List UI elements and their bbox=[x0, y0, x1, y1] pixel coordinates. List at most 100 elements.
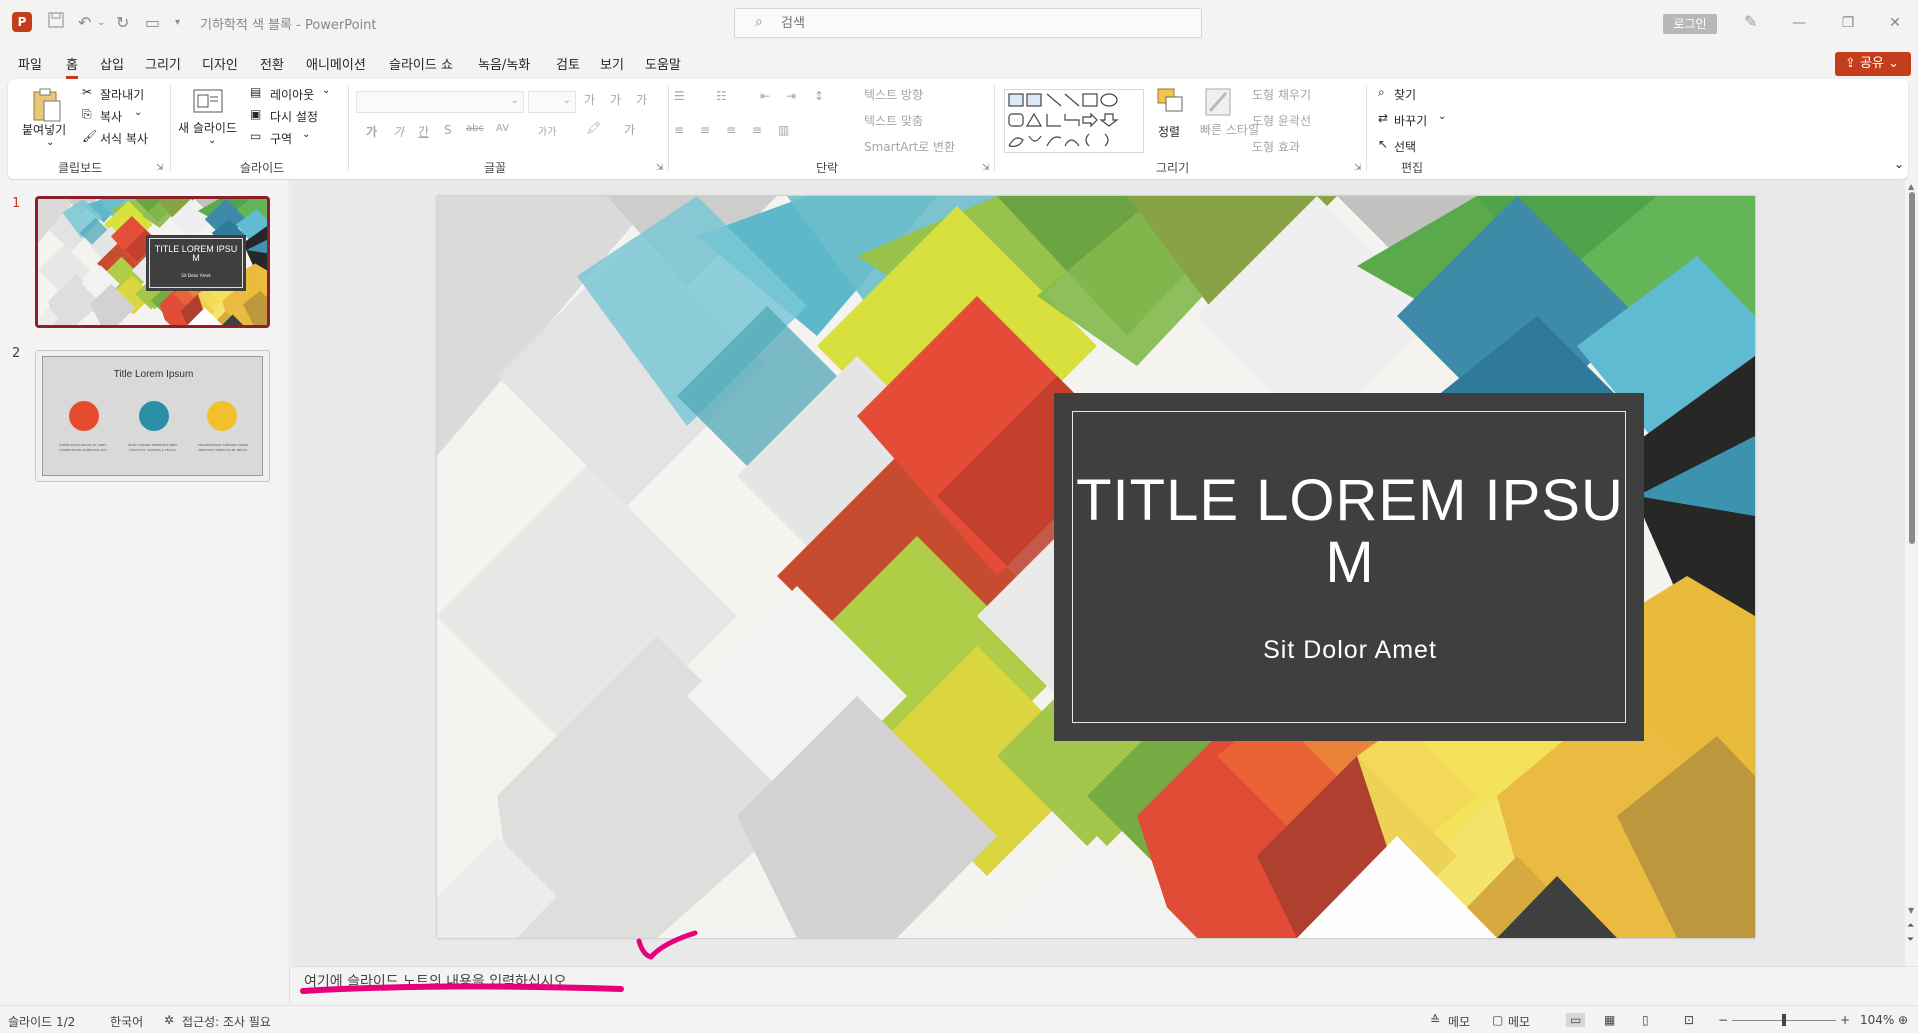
drawing-launcher-icon[interactable]: ⇲ bbox=[1354, 163, 1362, 173]
restore-button[interactable]: ❐ bbox=[1833, 10, 1863, 36]
zoom-out-icon[interactable]: − bbox=[1718, 1013, 1728, 1027]
section-icon[interactable]: ▭ bbox=[250, 129, 261, 143]
decrease-indent-icon[interactable]: ⇤ bbox=[760, 89, 770, 103]
comments-button[interactable]: 메모 bbox=[1508, 1013, 1530, 1030]
slideshow-icon[interactable]: ⊡ bbox=[1684, 1013, 1694, 1027]
justify-icon[interactable]: ≡ bbox=[752, 123, 762, 137]
paste-dropdown-icon[interactable]: ⌄ bbox=[46, 137, 54, 148]
tab-help[interactable]: 도움말 bbox=[645, 54, 681, 73]
layout-dropdown-icon[interactable]: ⌄ bbox=[322, 85, 330, 96]
increase-indent-icon[interactable]: ⇥ bbox=[786, 89, 796, 103]
columns-icon[interactable]: ▥ bbox=[778, 123, 789, 137]
accessibility-status[interactable]: 접근성: 조사 필요 bbox=[182, 1013, 271, 1030]
reset-icon[interactable]: ▣ bbox=[250, 107, 261, 121]
next-slide-icon[interactable]: ⏷ bbox=[1907, 935, 1914, 945]
customize-qat-icon[interactable]: ▾ bbox=[175, 12, 180, 34]
slide-sorter-icon[interactable]: ▦ bbox=[1604, 1013, 1615, 1027]
shapes-gallery[interactable] bbox=[1004, 89, 1144, 153]
search-box[interactable]: ⌕ bbox=[734, 8, 1202, 38]
copy-button[interactable]: 복사 bbox=[100, 108, 122, 125]
section-dropdown-icon[interactable]: ⌄ bbox=[302, 129, 310, 140]
numbering-icon[interactable]: ☷ bbox=[716, 89, 727, 103]
search-input[interactable] bbox=[781, 13, 1181, 33]
format-painter-icon[interactable]: 🖌 bbox=[82, 129, 97, 143]
smartart-button[interactable]: SmartArt로 변환 bbox=[864, 138, 955, 155]
select-button[interactable]: 선택 bbox=[1394, 138, 1416, 155]
clipboard-launcher-icon[interactable]: ⇲ bbox=[156, 163, 164, 173]
pen-icon[interactable]: ✎ bbox=[1744, 12, 1757, 31]
reading-view-icon[interactable]: ▯ bbox=[1642, 1013, 1649, 1027]
undo-dropdown-icon[interactable]: ⌄ bbox=[97, 12, 105, 34]
presenter-icon[interactable]: ▭ bbox=[145, 12, 160, 34]
fit-to-window-icon[interactable]: ⊕ bbox=[1898, 1013, 1908, 1027]
slide-canvas[interactable]: TITLE LOREM IPSU M Sit Dolor Amet bbox=[437, 196, 1755, 938]
bold-button[interactable]: 가 bbox=[366, 123, 377, 140]
slide-title[interactable]: TITLE LOREM IPSU M bbox=[1073, 470, 1627, 594]
zoom-slider-thumb[interactable] bbox=[1782, 1014, 1786, 1026]
tab-transitions[interactable]: 전환 bbox=[260, 54, 284, 73]
char-spacing-button[interactable]: AV bbox=[496, 123, 509, 134]
new-slide-dropdown-icon[interactable]: ⌄ bbox=[208, 135, 216, 146]
font-name-combo[interactable]: ⌄ bbox=[356, 91, 524, 113]
tab-review[interactable]: 검토 bbox=[556, 54, 580, 73]
minimize-button[interactable]: — bbox=[1784, 10, 1814, 36]
shadow-button[interactable]: S bbox=[444, 123, 452, 137]
tab-slideshow[interactable]: 슬라이드 쇼 bbox=[389, 54, 453, 73]
section-button[interactable]: 구역 bbox=[270, 130, 292, 147]
scrollbar-thumb[interactable] bbox=[1909, 192, 1915, 544]
copy-dropdown-icon[interactable]: ⌄ bbox=[134, 107, 142, 118]
layout-button[interactable]: 레이아웃 bbox=[270, 86, 314, 103]
replace-dropdown-icon[interactable]: ⌄ bbox=[1438, 111, 1446, 122]
strikethrough-button[interactable]: abc bbox=[466, 123, 484, 134]
reset-button[interactable]: 다시 설정 bbox=[270, 108, 318, 125]
save-icon[interactable] bbox=[48, 12, 64, 34]
title-box[interactable]: TITLE LOREM IPSU M Sit Dolor Amet bbox=[1054, 393, 1644, 741]
cut-icon[interactable]: ✂ bbox=[82, 85, 92, 99]
language-indicator[interactable]: 한국어 bbox=[110, 1013, 143, 1030]
replace-icon[interactable]: ⇄ bbox=[1378, 111, 1388, 125]
slide-thumbnail-2[interactable]: Title Lorem Ipsum LOREM IPSUM DOLOR SIT … bbox=[35, 350, 270, 482]
find-icon[interactable]: ⌕ bbox=[1378, 85, 1385, 100]
font-color-icon[interactable]: 가 bbox=[624, 121, 635, 138]
slide-subtitle[interactable]: Sit Dolor Amet bbox=[1073, 636, 1627, 665]
notes-pane[interactable]: 여기에 슬라이드 노트의 내용을 입력하십시오 bbox=[291, 930, 1918, 1006]
shape-outline-button[interactable]: 도형 윤곽선 bbox=[1252, 112, 1311, 129]
replace-button[interactable]: 바꾸기 bbox=[1394, 112, 1427, 129]
bullets-icon[interactable]: ☰ bbox=[674, 89, 685, 103]
font-launcher-icon[interactable]: ⇲ bbox=[656, 163, 664, 173]
italic-button[interactable]: 가 bbox=[393, 123, 404, 140]
shape-effects-button[interactable]: 도형 효과 bbox=[1252, 138, 1300, 155]
font-size-combo[interactable]: ⌄ bbox=[528, 91, 576, 113]
vertical-scrollbar[interactable]: ▲ ▼ ⏶ ⏷ bbox=[1905, 180, 1918, 966]
change-case-button[interactable]: 가가 bbox=[538, 123, 556, 138]
previous-slide-icon[interactable]: ⏶ bbox=[1907, 921, 1914, 931]
scroll-down-icon[interactable]: ▼ bbox=[1908, 906, 1914, 915]
tab-home[interactable]: 홈 bbox=[66, 54, 78, 79]
increase-font-button[interactable]: 가 bbox=[584, 91, 595, 108]
layout-icon[interactable]: ▤ bbox=[250, 85, 261, 99]
find-button[interactable]: 찾기 bbox=[1394, 86, 1416, 103]
text-direction-button[interactable]: 텍스트 방향 bbox=[864, 86, 923, 103]
copy-icon[interactable]: ⎘ bbox=[82, 107, 92, 122]
quick-styles-icon[interactable] bbox=[1204, 87, 1234, 123]
close-button[interactable]: ✕ bbox=[1880, 10, 1910, 36]
tab-draw[interactable]: 그리기 bbox=[145, 54, 181, 73]
share-button[interactable]: ⇪ 공유 ⌄ bbox=[1835, 52, 1911, 76]
tab-animations[interactable]: 애니메이션 bbox=[306, 54, 366, 73]
select-icon[interactable]: ↖ bbox=[1378, 137, 1388, 151]
notes-toggle-button[interactable]: 메모 bbox=[1448, 1013, 1470, 1030]
arrange-icon[interactable] bbox=[1156, 87, 1186, 121]
redo-icon[interactable]: ↻ bbox=[116, 12, 129, 34]
new-slide-icon[interactable] bbox=[192, 87, 224, 119]
underline-button[interactable]: 간 bbox=[418, 123, 429, 140]
line-spacing-icon[interactable]: ↕ bbox=[814, 89, 824, 103]
decrease-font-button[interactable]: 가 bbox=[610, 91, 621, 108]
paste-button[interactable]: 붙여넣기 bbox=[22, 121, 66, 138]
login-button[interactable]: 로그인 bbox=[1663, 14, 1717, 34]
cut-button[interactable]: 잘라내기 bbox=[100, 86, 144, 103]
slide-thumbnail-1[interactable]: TITLE LOREM IPSU M Sit Dolor Amet bbox=[35, 196, 270, 328]
align-center-icon[interactable]: ≡ bbox=[700, 123, 710, 137]
scroll-up-icon[interactable]: ▲ bbox=[1908, 182, 1914, 191]
tab-design[interactable]: 디자인 bbox=[202, 54, 238, 73]
zoom-in-icon[interactable]: + bbox=[1840, 1013, 1850, 1027]
